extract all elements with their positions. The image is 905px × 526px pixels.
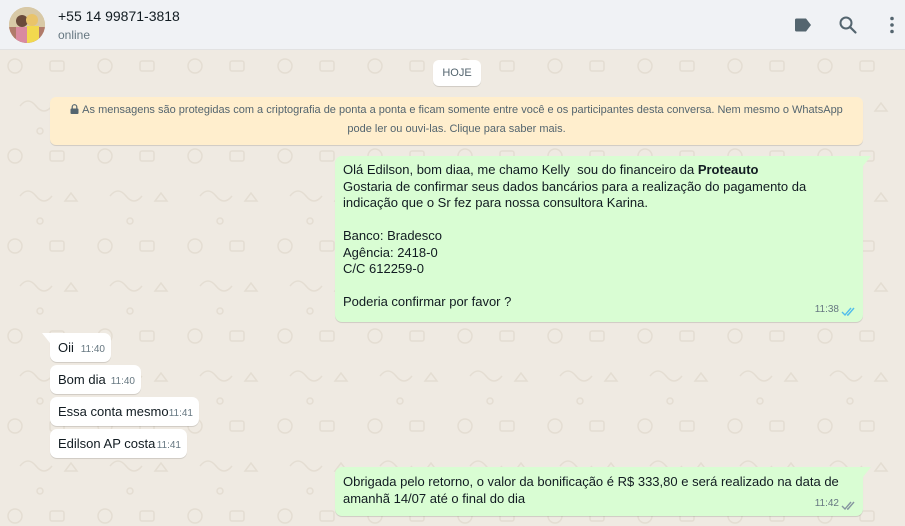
- message-time: 11:38: [814, 303, 839, 315]
- message-text: Bom dia: [58, 372, 106, 387]
- chat-header: +55 14 99871-3818 online: [0, 0, 905, 50]
- message-incoming[interactable]: Essa conta mesmo 11:41: [50, 397, 199, 426]
- avatar-photo-icon: [9, 7, 45, 43]
- message-outgoing[interactable]: Olá Edilson, bom diaa, me chamo Kelly so…: [335, 156, 863, 322]
- message-time: 11:41: [156, 439, 181, 451]
- message-time: 11:41: [168, 407, 193, 419]
- bubble-tail: [863, 467, 871, 477]
- contact-status: online: [58, 28, 91, 42]
- message-incoming[interactable]: Bom dia 11:40: [50, 365, 141, 394]
- message-outgoing[interactable]: Obrigada pelo retorno, o valor da bonifi…: [335, 467, 863, 516]
- message-text: Obrigada pelo retorno, o valor da bonifi…: [343, 474, 843, 506]
- encryption-notice[interactable]: As mensagens são protegidas com a cripto…: [50, 97, 863, 145]
- message-time: 11:40: [110, 375, 135, 387]
- message-text: Essa conta mesmo: [58, 404, 169, 419]
- date-chip: HOJE: [433, 60, 481, 86]
- menu-icon[interactable]: [882, 15, 902, 35]
- message-incoming[interactable]: Edilson AP costa 11:41: [50, 429, 187, 458]
- message-text: Oii: [58, 340, 74, 355]
- encryption-notice-text: As mensagens são protegidas com a cripto…: [82, 104, 843, 135]
- label-icon[interactable]: [793, 15, 813, 35]
- search-icon[interactable]: [838, 15, 858, 35]
- message-time: 11:40: [80, 343, 105, 355]
- contact-avatar[interactable]: [9, 7, 45, 43]
- lock-icon: [70, 104, 79, 114]
- message-time: 11:42: [814, 497, 839, 509]
- message-text: Olá Edilson, bom diaa, me chamo Kelly so…: [343, 162, 807, 309]
- bubble-tail: [863, 156, 871, 166]
- message-text: Edilson AP costa: [58, 436, 156, 451]
- contact-name[interactable]: +55 14 99871-3818: [58, 8, 180, 24]
- message-incoming[interactable]: Oii 11:40: [50, 333, 111, 362]
- read-ticks-icon: [841, 307, 855, 317]
- company-name: Proteauto: [697, 162, 759, 177]
- delivered-ticks-icon: [841, 501, 855, 511]
- bubble-tail: [42, 333, 50, 343]
- chat-area[interactable]: HOJE As mensagens são protegidas com a c…: [0, 51, 905, 526]
